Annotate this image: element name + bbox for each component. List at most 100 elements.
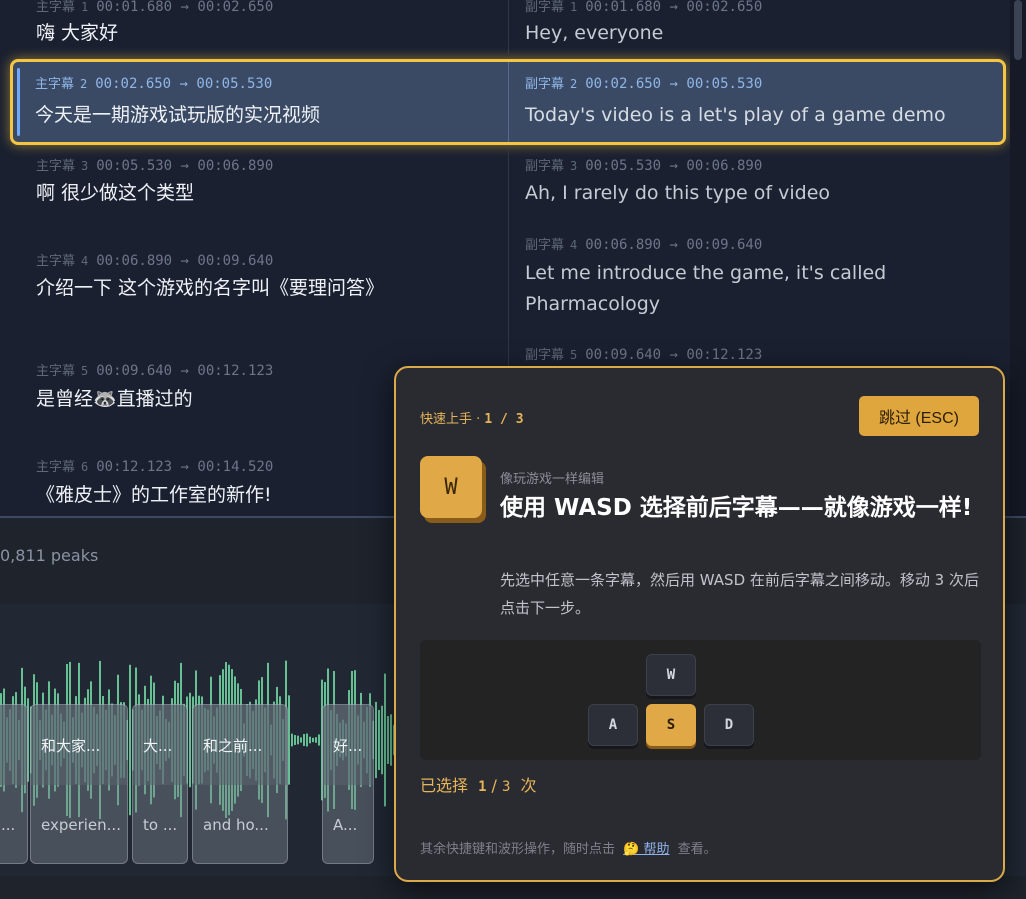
step-indicator: 快速上手 · 1 / 3 [420,412,524,427]
timecode: 00:01.680 → 00:02.650 [96,0,274,15]
timecode: 00:01.680 → 00:02.650 [585,0,763,15]
subtitle-index: 1 [570,0,578,14]
secondary-subtitle-text[interactable]: Hey, everyone [525,18,663,48]
footer-suffix: 查看。 [677,842,717,857]
secondary-subtitle-cell[interactable]: 副字幕 2 00:02.650 → 00:05.530 Today's video … [508,62,1003,142]
clip-primary-text: 大... [133,705,187,785]
waveform-bar [309,736,311,744]
subtitle-index: 1 [81,0,89,14]
selection-progress: 已选择 1/3 次 [420,776,537,795]
primary-subtitle-text[interactable]: 啊 很少做这个类型 [36,178,194,208]
progress-prefix: 已选择 [420,776,469,795]
primary-subtitle-cell[interactable]: 主字幕 2 00:02.650 → 00:05.530 今天是一期游戏试玩版的实况视… [13,62,508,142]
primary-tag: 主字幕 [35,77,75,92]
subtitle-row[interactable]: 主字幕 1 00:01.680 → 00:02.650 嗨 大家好 副字幕 1 00:0… [6,0,1010,54]
primary-tag: 主字幕 [36,364,76,379]
step-total: 3 [515,412,524,427]
subtitle-index: 2 [570,77,578,91]
subtitle-clip[interactable]: 好... A... [322,704,374,864]
subtitle-scrollbar[interactable] [1010,0,1026,516]
progress-done: 1 [478,779,487,795]
help-link[interactable]: 🤔 帮助 [623,842,669,857]
tour-kicker: 像玩游戏一样编辑 [500,472,605,487]
subtitle-index: 5 [570,348,578,362]
secondary-tag: 副字幕 [525,238,565,253]
primary-subtitle-text[interactable]: 嗨 大家好 [36,18,118,48]
timecode: 00:02.650 → 00:05.530 [95,76,273,92]
subtitle-clip[interactable]: 和大家... experien... [30,704,128,864]
key-a[interactable]: A [588,704,638,746]
subtitle-clip[interactable]: 和之前... and ho... [192,704,288,864]
timecode: 00:06.890 → 00:09.640 [96,253,274,269]
secondary-tag: 副字幕 [525,0,565,15]
clip-primary-text: 好... [323,705,373,785]
waveform-bar [291,733,293,747]
timecode: 00:05.530 → 00:06.890 [585,158,763,174]
waveform-bar [300,737,302,743]
clip-primary-text [0,705,27,785]
key-w[interactable]: W [646,654,696,696]
primary-tag: 主字幕 [36,254,76,269]
timecode: 00:09.640 → 00:12.123 [585,347,763,363]
primary-subtitle-cell[interactable]: 主字幕 4 00:06.890 → 00:09.640 介绍一下 这个游戏的名字叫《… [6,230,508,342]
primary-subtitle-text[interactable]: 介绍一下 这个游戏的名字叫《要理问答》 [36,273,384,303]
waveform-bar [381,705,383,775]
key-badge-icon: W [420,456,482,518]
timecode: 00:02.650 → 00:05.530 [585,76,763,92]
primary-tag: 主字幕 [36,0,76,15]
subtitle-row[interactable]: 主字幕 3 00:05.530 → 00:06.890 啊 很少做这个类型 副字幕 3… [6,150,1010,230]
clip-secondary-text: and ho... [203,816,269,834]
subtitle-clip[interactable]: ... [0,704,28,864]
waveform-bar [315,737,317,743]
waveform-bar [297,735,299,745]
subtitle-row-selected[interactable]: 主字幕 2 00:02.650 → 00:05.530 今天是一期游戏试玩版的实况视… [10,59,1006,145]
tour-footer: 其余快捷键和波形操作，随时点击 🤔 帮助 查看。 [420,838,717,857]
subtitle-row[interactable]: 主字幕 4 00:06.890 → 00:09.640 介绍一下 这个游戏的名字叫《… [6,230,1010,342]
secondary-subtitle-cell[interactable]: 副字幕 1 00:01.680 → 00:02.650 Hey, everyone [508,0,1010,54]
peaks-count: 0,811 peaks [0,546,99,565]
subtitle-index: 5 [81,364,89,378]
progress-total: 3 [501,779,511,795]
timecode: 00:09.640 → 00:12.123 [96,363,274,379]
clip-primary-text: 和大家... [31,705,127,785]
subtitle-index: 3 [81,159,89,173]
primary-subtitle-text[interactable]: 今天是一期游戏试玩版的实况视频 [35,100,320,130]
waveform-bar [378,710,380,770]
waveform-bar [312,737,314,743]
secondary-subtitle-cell[interactable]: 副字幕 3 00:05.530 → 00:06.890 Ah, I rarely d… [508,150,1010,230]
secondary-tag: 副字幕 [525,77,565,92]
primary-subtitle-text[interactable]: 《雅皮士》的工作室的新作! [36,480,272,510]
progress-suffix: 次 [520,776,537,795]
timecode: 00:12.123 → 00:14.520 [96,459,274,475]
wasd-keypad: W A S D [420,640,981,760]
secondary-subtitle-text[interactable]: Today's video is a let's play of a game … [525,100,946,130]
primary-subtitle-cell[interactable]: 主字幕 3 00:05.530 → 00:06.890 啊 很少做这个类型 [6,150,508,230]
subtitle-index: 6 [81,460,89,474]
subtitle-index: 2 [80,77,88,91]
skip-button[interactable]: 跳过 (ESC) [859,396,979,436]
secondary-subtitle-text[interactable]: Ah, I rarely do this type of video [525,178,830,208]
key-s-active[interactable]: S [646,704,696,746]
clip-secondary-text: experien... [41,816,121,834]
tour-headline: 使用 WASD 选择前后字幕——就像游戏一样! [500,495,973,521]
waveform-bar [318,734,320,746]
key-d[interactable]: D [704,704,754,746]
waveform-bar [387,716,389,764]
waveform-bar [390,714,392,766]
clip-primary-text: 和之前... [193,705,287,785]
scrollbar-thumb[interactable] [1014,0,1022,60]
timecode: 00:05.530 → 00:06.890 [96,158,274,174]
secondary-subtitle-text-line[interactable]: Pharmacology [525,289,660,319]
tour-description: 先选中任意一条字幕，然后用 WASD 在前后字幕之间移动。移动 3 次后点击下一… [500,571,979,617]
secondary-subtitle-cell[interactable]: 副字幕 4 00:06.890 → 00:09.640 Let me introdu… [508,230,1010,342]
secondary-subtitle-text-line[interactable]: Let me introduce the game, it's called [525,258,886,288]
subtitle-index: 4 [570,238,578,252]
primary-subtitle-text[interactable]: 是曾经🦝直播过的 [36,384,193,414]
primary-subtitle-cell[interactable]: 主字幕 1 00:01.680 → 00:02.650 嗨 大家好 [6,0,508,54]
secondary-tag: 副字幕 [525,159,565,174]
subtitle-clip[interactable]: 大... to ... [132,704,188,864]
waveform-bar [129,664,131,816]
secondary-tag: 副字幕 [525,348,565,363]
waveform-bar [306,733,308,747]
onboarding-popup: 快速上手 · 1 / 3 跳过 (ESC) W 像玩游戏一样编辑 使用 WASD… [394,366,1005,882]
